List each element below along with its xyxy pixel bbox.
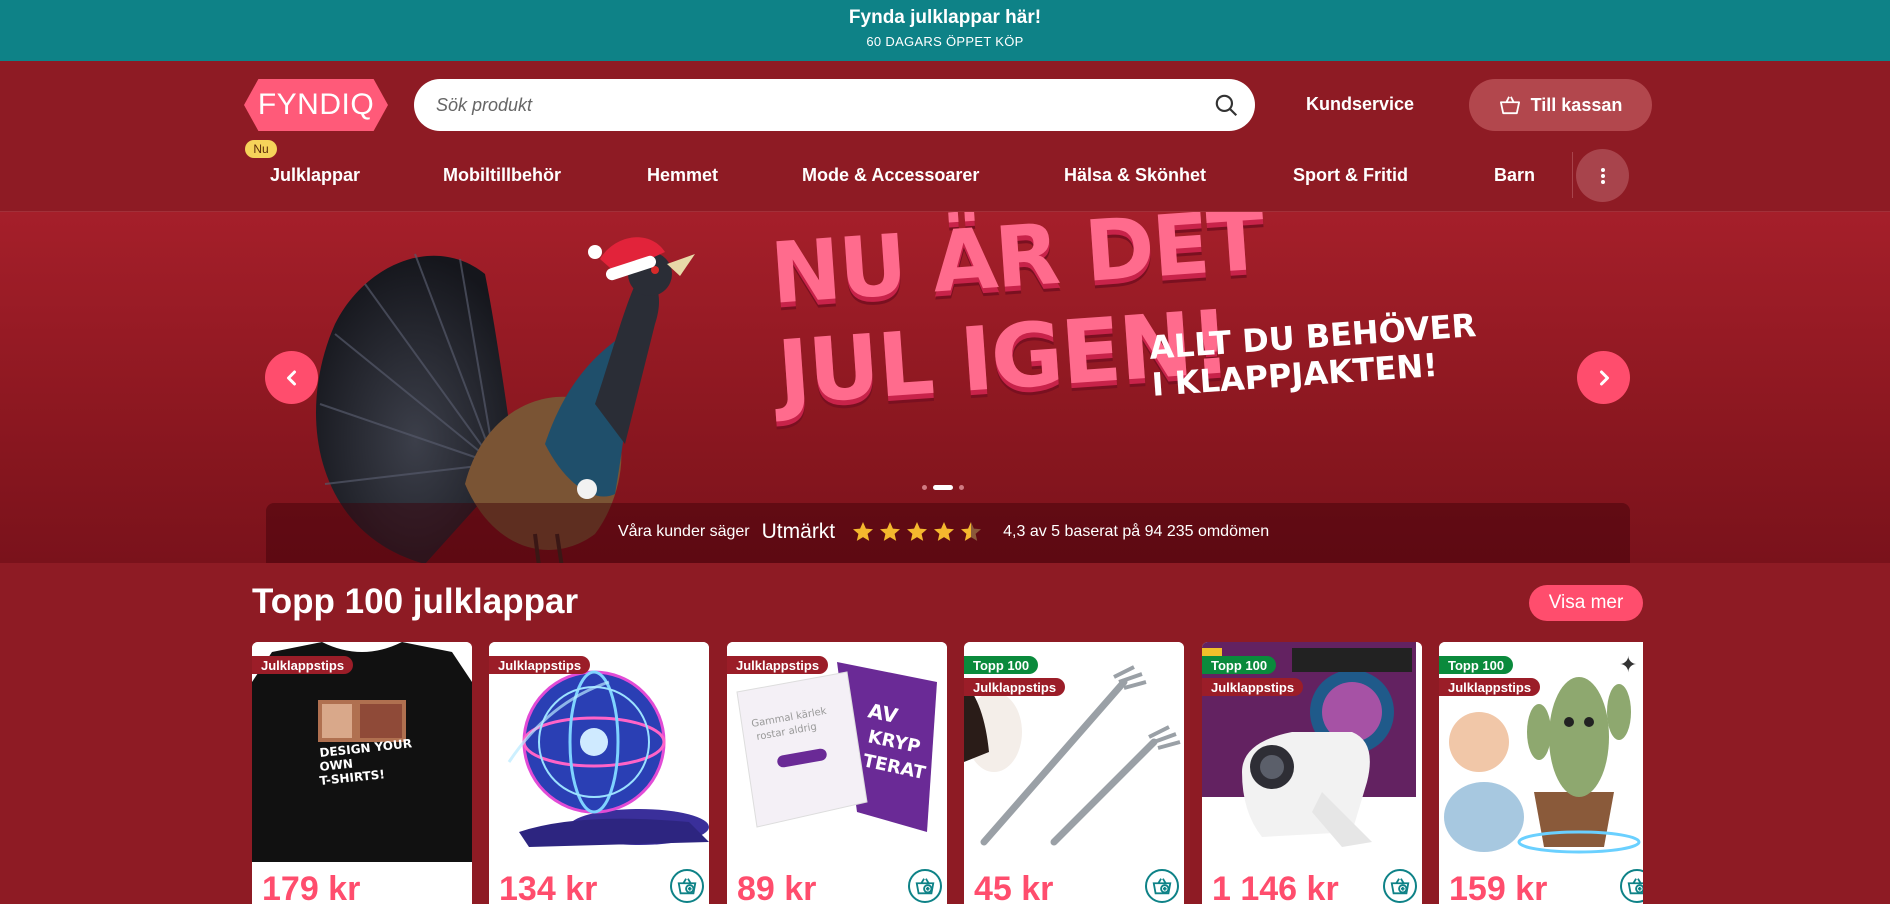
product-tag: Julklappstips <box>252 656 354 674</box>
rating-summary: 4,3 av 5 baserat på 94 235 omdömen <box>1003 523 1270 540</box>
add-to-cart-button[interactable] <box>1620 869 1643 903</box>
checkout-label: Till kassan <box>1530 94 1623 115</box>
product-card[interactable]: Topp 100 Julklappstips 45 kr <box>964 642 1184 904</box>
add-to-cart-icon <box>677 878 697 895</box>
star-icon <box>934 522 955 541</box>
product-image-projector <box>1202 642 1422 862</box>
product-card[interactable]: ✦ Topp 100 Julklappstips 159 kr <box>1439 642 1643 904</box>
product-row: DESIGN YOUR OWN T-SHIRTS! Julklappstips … <box>252 642 1643 904</box>
add-to-cart-icon <box>1390 878 1410 895</box>
product-image-back-scratcher <box>964 642 1184 862</box>
product-tag: Julklappstips <box>489 656 591 674</box>
nav-divider <box>1572 152 1573 198</box>
product-image-tshirt: DESIGN YOUR OWN T-SHIRTS! <box>252 642 472 862</box>
add-to-cart-icon <box>915 878 935 895</box>
customer-service-link[interactable]: Kundservice <box>1306 94 1414 115</box>
product-tag-top100: Topp 100 <box>1439 656 1514 674</box>
search-icon[interactable] <box>1213 92 1239 118</box>
product-image-dancing-cactus: ✦ <box>1439 642 1643 862</box>
rating-stars <box>851 520 983 544</box>
new-badge: Nu <box>245 140 277 158</box>
product-card[interactable]: AV KRYP TERAT Gammal kärlek rostar aldri… <box>727 642 947 904</box>
product-tag-top100: Topp 100 <box>1202 656 1277 674</box>
product-price: 134 kr <box>499 870 598 904</box>
fyndiq-logo[interactable]: FYNDIQ <box>244 79 388 131</box>
star-icon <box>853 522 874 541</box>
add-to-cart-button[interactable] <box>1383 869 1417 903</box>
nav-item-halsa-skonhet[interactable]: Hälsa & Skönhet <box>1064 165 1206 186</box>
section-title: Topp 100 julklappar <box>252 582 579 621</box>
star-icon <box>880 522 901 541</box>
nav-item-julklappar[interactable]: Julklappar <box>270 165 360 186</box>
nav-item-mobiltillbehor[interactable]: Mobiltillbehör <box>443 165 561 186</box>
product-card[interactable]: Julklappstips 134 kr <box>489 642 709 904</box>
customer-rating-bar[interactable]: Våra kunder säger Utmärkt 4,3 av 5 baser… <box>266 503 1630 563</box>
product-price: 1 146 kr <box>1212 870 1339 904</box>
carousel-dot[interactable] <box>922 485 927 490</box>
chevron-left-icon <box>286 370 296 385</box>
promo-subtitle: 60 DAGARS ÖPPET KÖP <box>866 34 1024 49</box>
product-tag-top100: Topp 100 <box>964 656 1039 674</box>
carousel-dot-active[interactable] <box>933 485 953 490</box>
nav-item-mode-accessoarer[interactable]: Mode & Accessoarer <box>802 165 979 186</box>
logo-text: FYNDIQ <box>257 88 375 121</box>
checkout-button[interactable]: Till kassan <box>1469 79 1652 131</box>
rating-content: Våra kunder säger Utmärkt 4,3 av 5 baser… <box>618 520 1269 544</box>
search-input[interactable] <box>436 92 1176 118</box>
product-tag: Julklappstips <box>964 678 1066 696</box>
product-price: 45 kr <box>974 870 1054 904</box>
more-vertical-icon <box>1600 167 1605 184</box>
svg-text:✦: ✦ <box>1619 653 1637 678</box>
add-to-cart-button[interactable] <box>908 869 942 903</box>
product-card[interactable]: Topp 100 Julklappstips 1 146 kr <box>1202 642 1422 904</box>
carousel-dots <box>922 485 964 490</box>
nav-item-sport-fritid[interactable]: Sport & Fritid <box>1293 165 1408 186</box>
nav-item-barn[interactable]: Barn <box>1494 165 1535 186</box>
product-tag: Julklappstips <box>1439 678 1541 696</box>
star-icon <box>907 522 928 541</box>
carousel-next-button[interactable] <box>1577 351 1630 404</box>
rating-word: Utmärkt <box>761 520 836 543</box>
promo-title: Fynda julklappar här! <box>848 7 1042 28</box>
product-image-card-game: AV KRYP TERAT Gammal kärlek rostar aldri… <box>727 642 947 862</box>
more-menu-button[interactable] <box>1576 149 1629 202</box>
product-price: 89 kr <box>737 870 817 904</box>
product-tag: Julklappstips <box>1202 678 1304 696</box>
rating-prefix: Våra kunder säger <box>618 523 750 540</box>
product-card[interactable]: DESIGN YOUR OWN T-SHIRTS! Julklappstips … <box>252 642 472 904</box>
hero-carousel[interactable]: NU ÄR DET JUL IGEN! ALLT DU BEHÖVER I KL… <box>0 212 1890 563</box>
add-to-cart-icon <box>1152 878 1172 895</box>
product-price: 179 kr <box>262 870 361 904</box>
search-bar[interactable] <box>414 79 1255 131</box>
add-to-cart-button[interactable] <box>670 869 704 903</box>
half-star-icon <box>961 522 982 541</box>
add-to-cart-button[interactable] <box>1145 869 1179 903</box>
carousel-prev-button[interactable] <box>265 351 318 404</box>
show-more-button[interactable]: Visa mer <box>1529 585 1643 621</box>
basket-icon <box>1499 96 1520 115</box>
nav-item-hemmet[interactable]: Hemmet <box>647 165 718 186</box>
product-image-orb <box>489 642 709 862</box>
chevron-right-icon <box>1599 370 1609 385</box>
add-to-cart-icon <box>1627 878 1643 895</box>
product-tag: Julklappstips <box>727 656 829 674</box>
promo-banner[interactable]: Fynda julklappar här! 60 DAGARS ÖPPET KÖ… <box>0 0 1890 61</box>
product-price: 159 kr <box>1449 870 1548 904</box>
carousel-dot[interactable] <box>959 485 964 490</box>
